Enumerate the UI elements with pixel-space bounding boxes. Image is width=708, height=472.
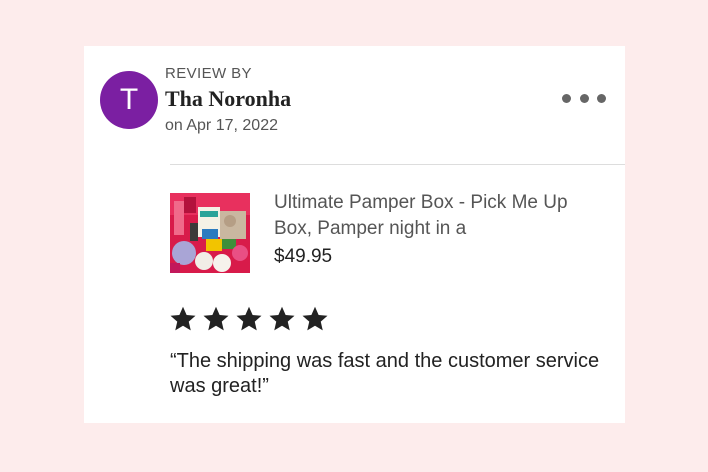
avatar[interactable]: T <box>100 71 158 129</box>
product-title[interactable]: Ultimate Pamper Box - Pick Me Up Box, Pa… <box>274 190 594 242</box>
product-price: $49.95 <box>274 246 333 267</box>
star-icon <box>302 306 328 331</box>
ellipsis-icon <box>579 93 589 103</box>
star-icon <box>170 306 196 331</box>
ellipsis-icon <box>562 93 571 103</box>
star-icon <box>236 306 262 331</box>
star-rating <box>168 304 330 334</box>
avatar-initial: T <box>119 83 139 116</box>
review-text: “The shipping was fast and the customer … <box>170 350 600 397</box>
ellipsis-icon <box>597 93 606 103</box>
divider <box>170 164 625 165</box>
more-options-button[interactable] <box>562 87 606 109</box>
review-date: on Apr 17, 2022 <box>165 117 278 134</box>
star-icon <box>203 306 229 331</box>
review-card: T REVIEW BY Tha Noronha on Apr 17, 2022 <box>84 46 625 423</box>
reviewer-name[interactable]: Tha Noronha <box>165 86 291 112</box>
star-icon <box>269 306 295 331</box>
product-image <box>170 193 250 273</box>
product-thumbnail[interactable] <box>170 193 250 273</box>
review-by-label: REVIEW BY <box>165 65 252 82</box>
